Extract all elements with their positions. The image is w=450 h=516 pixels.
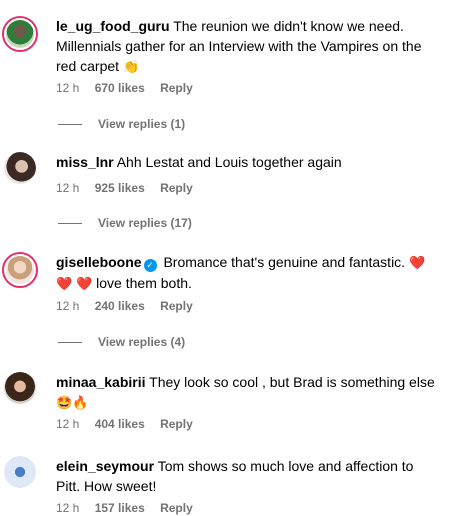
comment-text: giselleboone ✓ Bromance that's genuine an… <box>56 252 441 294</box>
view-replies-label: View replies (17) <box>98 216 192 230</box>
comment-time: 12 h <box>56 81 80 95</box>
comment-likes[interactable]: 157 likes <box>95 501 145 515</box>
comment-likes[interactable]: 404 likes <box>95 417 145 431</box>
avatar[interactable] <box>2 252 38 288</box>
verified-badge-icon: ✓ <box>143 259 157 272</box>
reply-button[interactable]: Reply <box>160 81 193 95</box>
comment-body: Bromance that's genuine and fantastic. <box>163 254 406 270</box>
star-eyes-fire-emoji: 🤩🔥 <box>56 395 89 410</box>
comment-meta: 12 h 404 likes Reply <box>56 416 205 432</box>
view-replies-button[interactable]: View replies (1) <box>58 116 185 132</box>
comment-time: 12 h <box>56 501 80 515</box>
replies-divider <box>58 342 82 344</box>
comment-meta: 12 h 240 likes Reply <box>56 298 205 314</box>
comment-username[interactable]: miss_lnr <box>56 154 114 170</box>
avatar[interactable] <box>4 372 36 404</box>
avatar[interactable] <box>4 456 36 488</box>
heart-emoji: ❤️ <box>76 276 93 291</box>
comment-likes[interactable]: 240 likes <box>95 299 145 313</box>
view-replies-label: View replies (1) <box>98 117 186 131</box>
comment-time: 12 h <box>56 299 80 313</box>
view-replies-label: View replies (4) <box>98 335 186 349</box>
reply-button[interactable]: Reply <box>160 181 193 195</box>
comment-body: Ahh Lestat and Louis together again <box>116 154 342 170</box>
view-replies-button[interactable]: View replies (4) <box>58 334 185 350</box>
reply-button[interactable]: Reply <box>160 417 193 431</box>
avatar[interactable] <box>4 152 36 184</box>
avatar[interactable] <box>2 16 38 52</box>
view-replies-button[interactable]: View replies (17) <box>58 215 192 231</box>
comment-username[interactable]: le_ug_food_guru <box>56 18 170 34</box>
comment-text: le_ug_food_guru The reunion we didn't kn… <box>56 16 441 77</box>
comment-likes[interactable]: 925 likes <box>95 181 145 195</box>
comment-username[interactable]: minaa_kabirii <box>56 374 146 390</box>
comment-text: elein_seymour Tom shows so much love and… <box>56 456 441 496</box>
comment-username[interactable]: elein_seymour <box>56 458 154 474</box>
replies-divider <box>58 223 82 225</box>
comment-body: love them both. <box>96 275 192 291</box>
clap-emoji: 👏 <box>122 59 140 74</box>
reply-button[interactable]: Reply <box>160 299 193 313</box>
comment-text: miss_lnr Ahh Lestat and Louis together a… <box>56 152 441 172</box>
comment-meta: 12 h 670 likes Reply <box>56 80 205 96</box>
replies-divider <box>58 124 82 126</box>
reply-button[interactable]: Reply <box>160 501 193 515</box>
comment-likes[interactable]: 670 likes <box>95 81 145 95</box>
comment-meta: 12 h 925 likes Reply <box>56 180 205 196</box>
comment-text: minaa_kabirii They look so cool , but Br… <box>56 372 441 413</box>
comment-time: 12 h <box>56 181 80 195</box>
comment-body: They look so cool , but Brad is somethin… <box>149 374 435 390</box>
comment-username[interactable]: giselleboone <box>56 254 142 270</box>
comment-time: 12 h <box>56 417 80 431</box>
